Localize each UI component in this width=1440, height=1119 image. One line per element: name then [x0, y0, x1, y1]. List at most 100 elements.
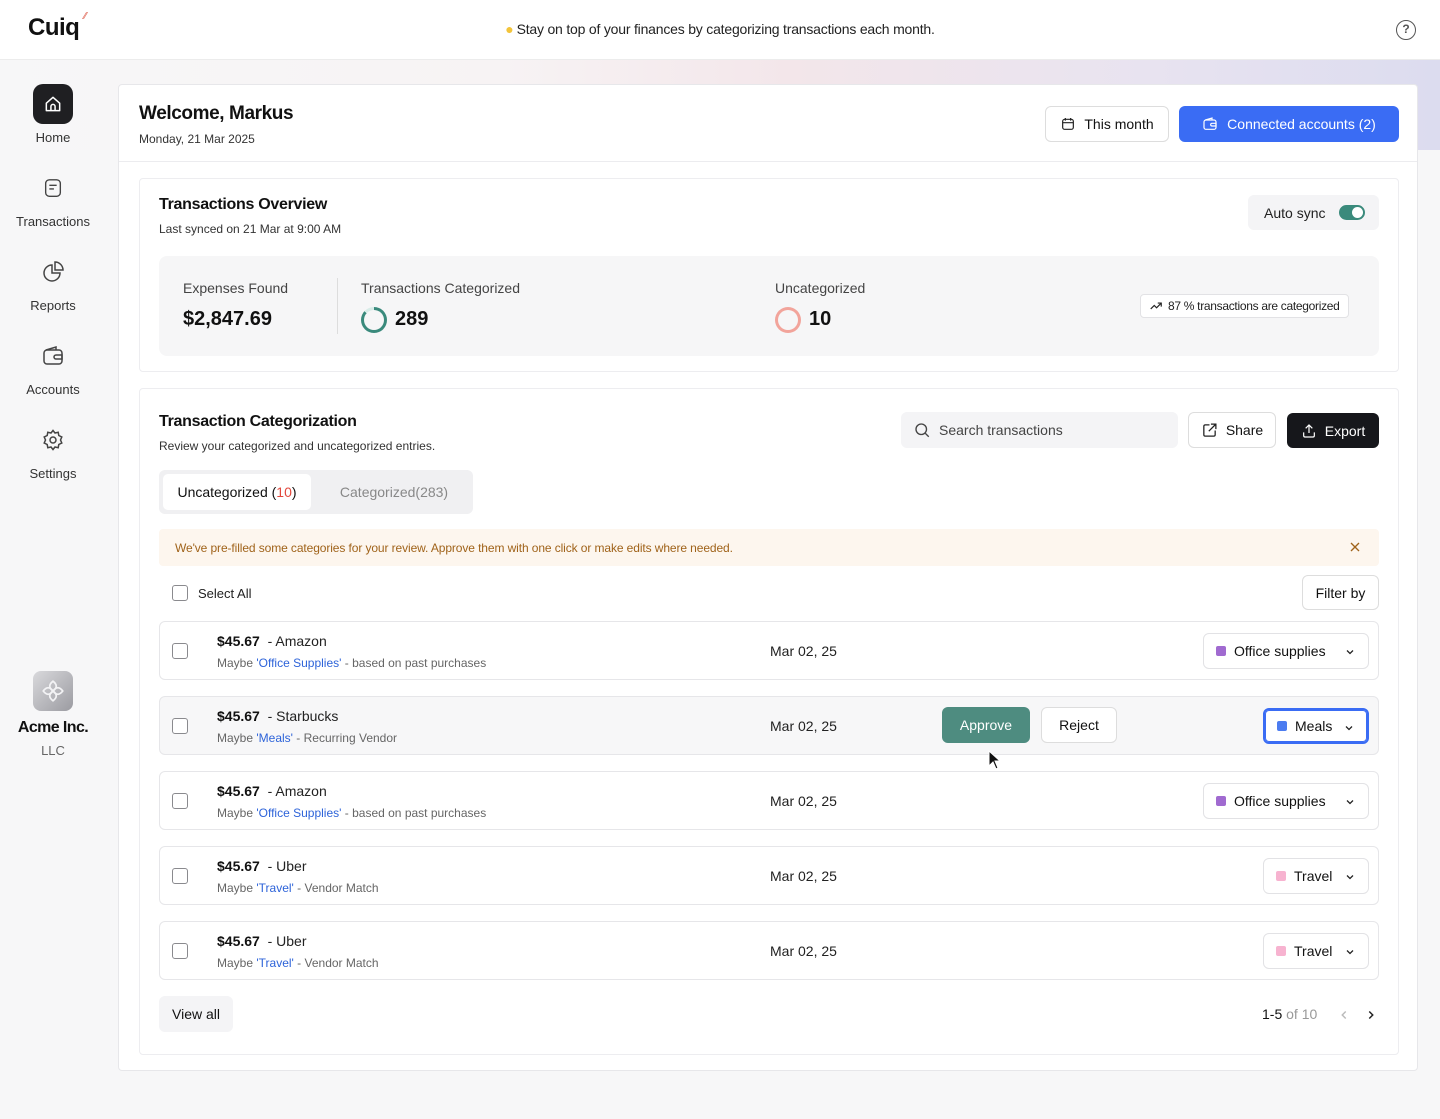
table-row[interactable]: $45.67 - Uber Maybe 'Travel' - Vendor Ma… — [159, 921, 1379, 980]
sidebar-item-reports[interactable]: Reports — [0, 252, 106, 313]
tab-uncategorized[interactable]: Uncategorized (10) — [163, 474, 311, 510]
expenses-value: $2,847.69 — [183, 308, 272, 330]
chevron-down-icon — [1345, 726, 1353, 731]
table-row[interactable]: $45.67 - Starbucks Maybe 'Meals' - Recur… — [159, 696, 1379, 755]
sidebar-item-label: Reports — [30, 298, 76, 313]
table-row[interactable]: $45.67 - Uber Maybe 'Travel' - Vendor Ma… — [159, 846, 1379, 905]
auto-sync-control[interactable]: Auto sync — [1248, 195, 1379, 230]
sidebar-item-label: Settings — [29, 466, 77, 481]
document-icon — [33, 168, 73, 208]
search-input[interactable]: Search transactions — [901, 412, 1178, 448]
share-button[interactable]: Share — [1188, 412, 1276, 448]
chevron-left-icon[interactable] — [1337, 1008, 1351, 1022]
prefill-notice: We've pre-filled some categories for you… — [159, 529, 1379, 566]
close-icon[interactable] — [1347, 539, 1363, 555]
stat-divider — [337, 278, 338, 334]
transaction-categorization-panel: Transaction Categorization Review your c… — [139, 388, 1399, 1055]
auto-sync-toggle[interactable] — [1339, 205, 1366, 220]
company-switcher[interactable]: Acme Inc. LLC — [0, 671, 106, 758]
sidebar-item-transactions[interactable]: Transactions — [0, 168, 106, 229]
divider — [119, 161, 1417, 162]
categorization-title: Transaction Categorization — [159, 413, 357, 430]
category-label: Travel — [1294, 943, 1333, 959]
category-dropdown[interactable]: Travel — [1263, 933, 1369, 969]
company-name: Acme Inc. — [17, 719, 89, 736]
sidebar: Home Transactions Reports Accounts Setti… — [0, 61, 106, 1119]
category-swatch — [1277, 721, 1287, 731]
row-title: $45.67 - Uber — [217, 933, 307, 949]
search-placeholder: Search transactions — [939, 422, 1063, 438]
export-button[interactable]: Export — [1287, 413, 1379, 448]
chevron-down-icon — [1346, 650, 1354, 655]
reject-button[interactable]: Reject — [1041, 707, 1117, 743]
last-synced-text: Last synced on 21 Mar at 9:00 AM — [159, 222, 342, 236]
categorized-percent-badge: 87 % transactions are categorized — [1140, 294, 1349, 318]
select-all[interactable]: Select All — [172, 585, 251, 601]
chevron-down-icon — [1346, 875, 1354, 880]
trend-up-icon — [1150, 302, 1162, 310]
share-icon — [1203, 422, 1217, 437]
category-swatch — [1216, 796, 1226, 806]
calendar-icon — [1062, 118, 1075, 130]
notice-text: We've pre-filled some categories for you… — [175, 540, 733, 555]
table-row[interactable]: $45.67 - Amazon Maybe 'Office Supplies' … — [159, 771, 1379, 830]
row-title: $45.67 - Starbucks — [217, 708, 339, 724]
row-checkbox[interactable] — [172, 793, 188, 809]
select-all-checkbox[interactable] — [172, 585, 188, 601]
chevron-right-icon[interactable] — [1364, 1008, 1378, 1022]
row-suggestion: Maybe 'Office Supplies' - based on past … — [217, 806, 487, 820]
overview-title: Transactions Overview — [159, 196, 328, 213]
row-date: Mar 02, 25 — [770, 643, 837, 659]
category-dropdown[interactable]: Travel — [1263, 858, 1369, 894]
wallet-icon — [1203, 117, 1217, 130]
category-label: Office supplies — [1234, 643, 1326, 659]
category-dropdown[interactable]: Meals — [1263, 708, 1369, 744]
period-button[interactable]: This month — [1045, 106, 1169, 142]
table-row[interactable]: $45.67 - Amazon Maybe 'Office Supplies' … — [159, 621, 1379, 680]
page-title: Welcome, Markus — [139, 103, 294, 124]
search-icon — [915, 423, 930, 438]
row-suggestion: Maybe 'Meals' - Recurring Vendor — [217, 731, 398, 745]
category-dropdown[interactable]: Office supplies — [1203, 633, 1369, 669]
row-date: Mar 02, 25 — [770, 943, 837, 959]
connected-accounts-button[interactable]: Connected accounts (2) — [1179, 106, 1399, 142]
sidebar-item-accounts[interactable]: Accounts — [0, 336, 106, 397]
row-checkbox[interactable] — [172, 718, 188, 734]
wallet-icon — [33, 336, 73, 376]
lightbulb-icon: ● — [505, 21, 514, 37]
row-checkbox[interactable] — [172, 943, 188, 959]
tab-categorized[interactable]: Categorized (283) — [319, 474, 469, 510]
upload-icon — [1302, 423, 1315, 438]
sidebar-item-home[interactable]: Home — [0, 84, 106, 145]
auto-sync-label: Auto sync — [1264, 204, 1326, 221]
chevron-down-icon — [1346, 950, 1354, 955]
row-checkbox[interactable] — [172, 643, 188, 659]
tip-banner: ● Stay on top of your finances by categor… — [0, 21, 1440, 37]
pie-chart-icon — [33, 252, 73, 292]
sidebar-item-label: Accounts — [26, 382, 80, 397]
share-label: Share — [1225, 422, 1264, 438]
category-label: Meals — [1295, 718, 1333, 734]
help-icon[interactable]: ? — [1396, 20, 1416, 40]
top-bar: Cuiq ⁄⁄ ● Stay on top of your finances by … — [0, 0, 1440, 60]
view-all-button[interactable]: View all — [159, 996, 233, 1032]
gear-icon — [33, 420, 73, 460]
row-checkbox[interactable] — [172, 868, 188, 884]
row-suggestion: Maybe 'Travel' - Vendor Match — [217, 881, 379, 895]
row-suggestion: Maybe 'Office Supplies' - based on past … — [217, 656, 487, 670]
select-all-label: Select All — [198, 585, 252, 601]
filter-button[interactable]: Filter by — [1302, 575, 1379, 610]
uncategorized-label: Uncategorized — [775, 280, 866, 296]
mouse-cursor-icon — [988, 750, 1002, 770]
pagination-info: 1-5 of 10 — [1262, 1006, 1318, 1022]
categorized-label: Transactions Categorized — [361, 280, 521, 296]
row-title: $45.67 - Amazon — [217, 633, 327, 649]
sidebar-item-settings[interactable]: Settings — [0, 420, 106, 481]
category-dropdown[interactable]: Office supplies — [1203, 783, 1369, 819]
uncategorized-value: 10 — [809, 308, 832, 330]
percent-text: 87 % transactions are categorized — [1168, 299, 1340, 313]
categorized-value: 289 — [395, 308, 429, 330]
export-label: Export — [1324, 422, 1366, 439]
approve-button[interactable]: Approve — [942, 707, 1030, 743]
home-icon — [33, 84, 73, 124]
